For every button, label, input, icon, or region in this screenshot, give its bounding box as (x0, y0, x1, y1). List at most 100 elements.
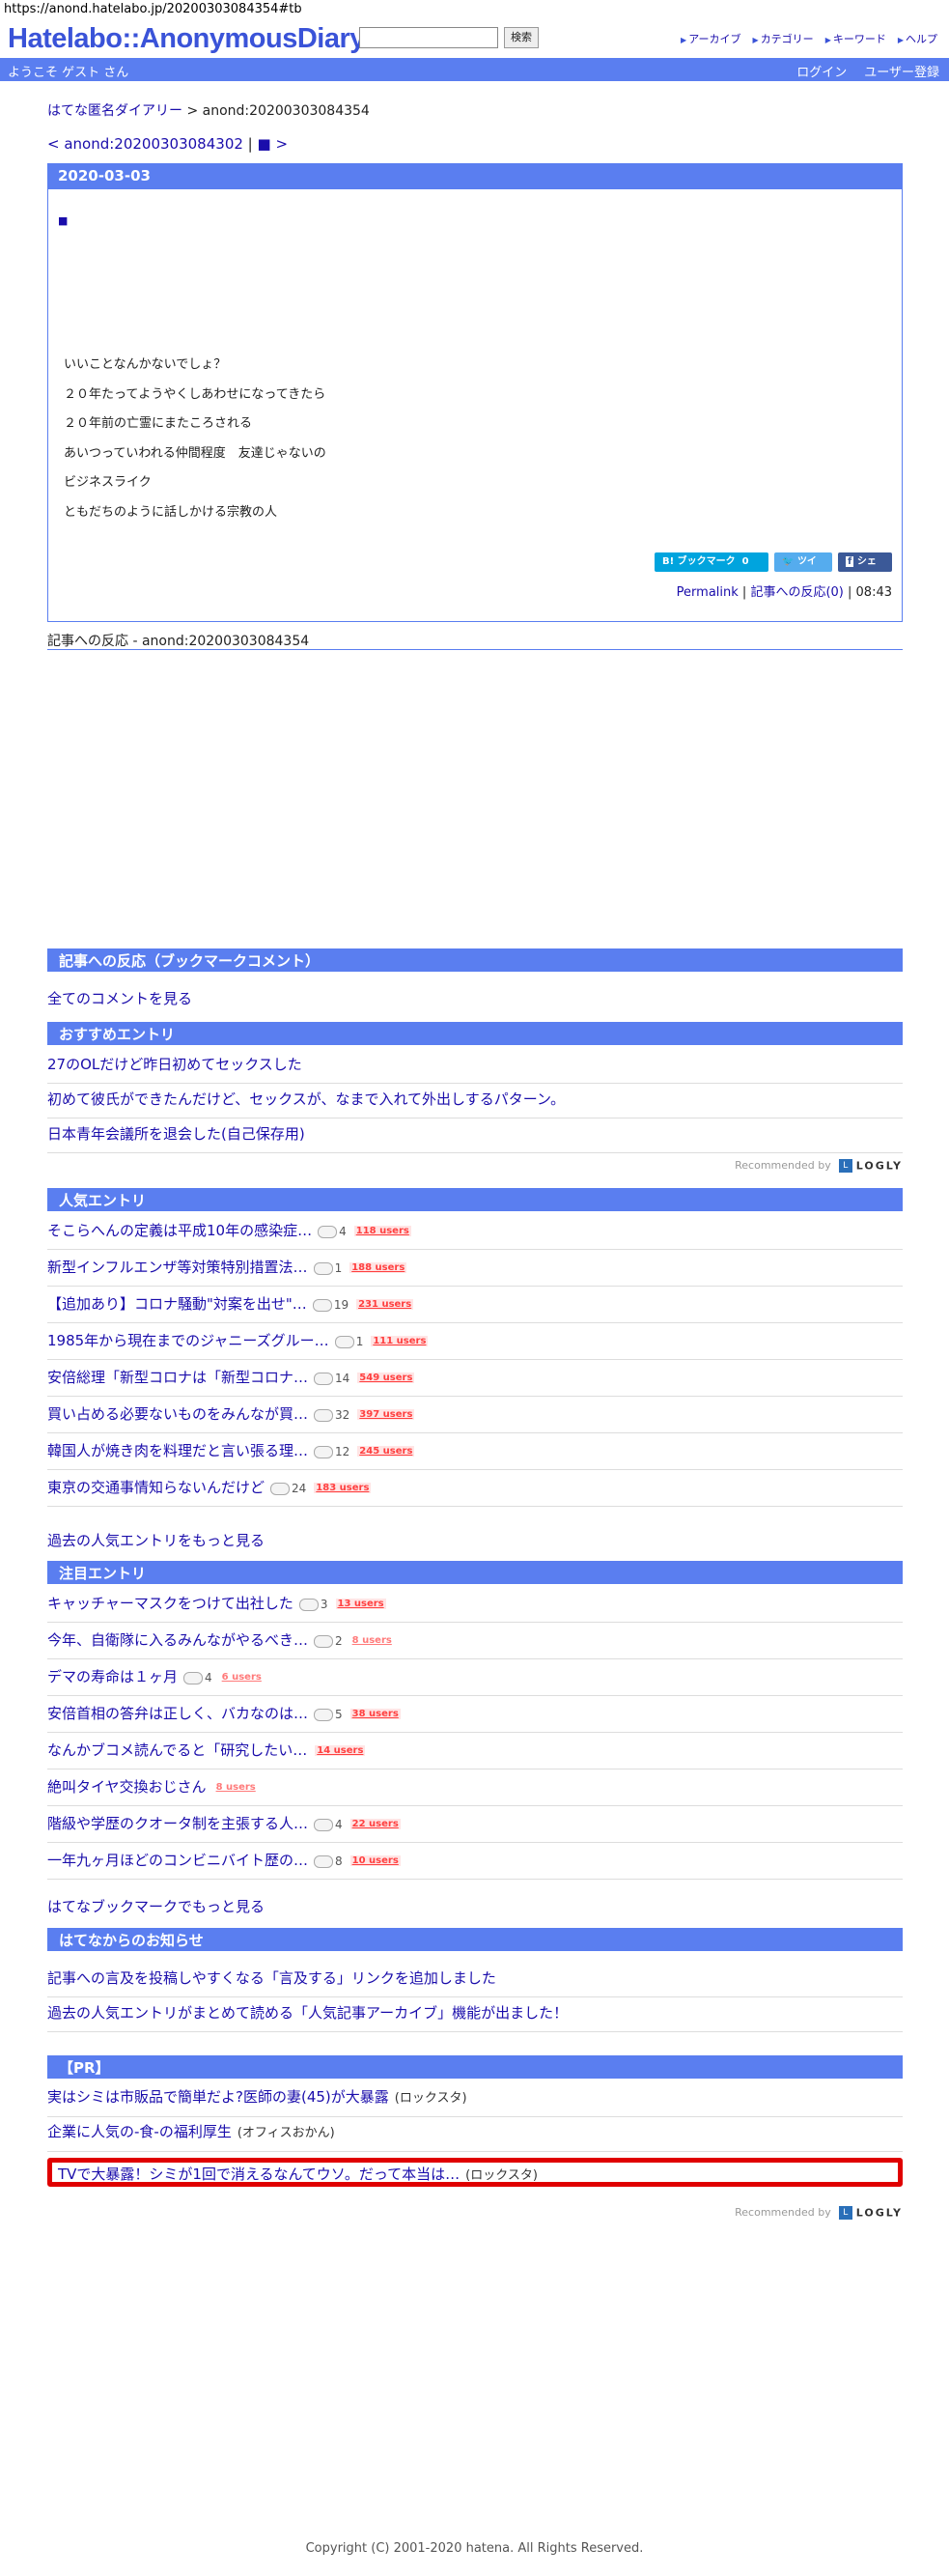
popular-more-link[interactable]: 過去の人気エントリをもっと見る (47, 1530, 265, 1550)
bookmark-users-badge[interactable]: 397 users (357, 1409, 415, 1420)
entry-link[interactable]: 【追加あり】コロナ騒動"対案を出せ"… (47, 1295, 307, 1313)
search-input[interactable] (359, 27, 498, 48)
permalink-link[interactable]: Permalink (677, 585, 739, 600)
comment-count[interactable]: 2 (314, 1634, 343, 1648)
site-header: Hatelabo::AnonymousDiary 検索 アーカイブ カテゴリー … (0, 21, 949, 56)
login-link[interactable]: ログイン (796, 62, 847, 80)
comment-count[interactable]: 1 (313, 1260, 343, 1275)
bookmark-users-badge[interactable]: 188 users (349, 1262, 407, 1273)
entry-link[interactable]: 安倍総理「新型コロナは「新型コロナ… (47, 1369, 308, 1386)
entry-link[interactable]: 新型インフルエンザ等対策特別措置法… (47, 1259, 308, 1276)
recommended-entry-link[interactable]: 初めて彼氏ができたんだけど、セックスが、なまで入れて外出しするパターン。 (47, 1090, 565, 1108)
all-comments-link[interactable]: 全てのコメントを見る (47, 988, 192, 1008)
entry-link[interactable]: 韓国人が焼き肉を料理だと言い張る理… (47, 1442, 308, 1459)
next-entry-link[interactable]: ■ > (258, 135, 289, 153)
comment-count[interactable]: 32 (314, 1408, 349, 1422)
tweet-button[interactable]: 🐦 ツイート (774, 552, 832, 586)
bookmark-users-badge[interactable]: 38 users (349, 1709, 401, 1719)
entry-link[interactable]: 絶叫タイヤ交換おじさん (47, 1778, 207, 1796)
breadcrumb-home-link[interactable]: はてな匿名ダイアリー (47, 103, 182, 119)
entry-link[interactable]: 1985年から現在までのジャニーズグルー… (47, 1332, 329, 1349)
entry-link[interactable]: 階級や学歴のクオータ制を主張する人… (47, 1815, 308, 1832)
comment-number: 1 (334, 1260, 343, 1275)
reaction-title: 記事への反応 - anond:20200303084354 (47, 631, 903, 650)
help-link[interactable]: ヘルプ (898, 31, 937, 46)
comment-count[interactable]: 19 (312, 1298, 349, 1312)
pr-link[interactable]: 企業に人気の-食-の福利厚生 (47, 2123, 232, 2140)
bookmark-users-badge[interactable]: 13 users (335, 1599, 386, 1609)
bookmark-users-badge[interactable]: 549 users (357, 1373, 415, 1383)
bookmark-users-badge[interactable]: 8 users (349, 1635, 394, 1646)
breadcrumb-separator: > (182, 103, 203, 119)
pr-link[interactable]: TVで大暴露！シミが1回で消えるなんてウソ。だって本当は… (58, 2166, 460, 2183)
category-link[interactable]: カテゴリー (753, 31, 814, 46)
bookmark-users-badge[interactable]: 22 users (349, 1819, 401, 1829)
list-item: 初めて彼氏ができたんだけど、セックスが、なまで入れて外出しするパターン。 (47, 1082, 903, 1118)
notice-link[interactable]: 過去の人気エントリがまとめて読める「人気記事アーカイブ」機能が出ました！ (47, 2004, 568, 2022)
attention-more-link[interactable]: はてなブックマークでもっと見る (47, 1896, 265, 1916)
entry-footer: Permalink | 記事への反応(0) | 08:43 (676, 585, 892, 600)
comment-count[interactable]: 1 (334, 1335, 363, 1348)
entry-link[interactable]: 安倍首相の答弁は正しく、バカなのは… (47, 1705, 308, 1722)
entry-link[interactable]: 一年九ヶ月ほどのコンビニバイト歴の… (47, 1852, 308, 1869)
comment-count[interactable]: 3 (298, 1598, 328, 1611)
entry-line: ともだちのように話しかける宗教の人 (64, 504, 278, 520)
bookmark-users-badge[interactable]: 231 users (356, 1299, 414, 1310)
facebook-share-button[interactable]: f シェア (838, 552, 892, 586)
recommended-entry-link[interactable]: 27のOLだけど昨日初めてセックスした (47, 1056, 302, 1073)
entry-link[interactable]: キャッチャーマスクをつけて出社した (47, 1595, 293, 1612)
bookmark-users-badge[interactable]: 8 users (213, 1782, 258, 1793)
entry-link[interactable]: 買い占める必要ないものをみんなが買… (47, 1405, 308, 1423)
bookmark-users-badge[interactable]: 14 users (315, 1745, 366, 1756)
bookmark-users-badge[interactable]: 6 users (219, 1672, 264, 1683)
archive-link[interactable]: アーカイブ (681, 31, 740, 46)
site-logo[interactable]: Hatelabo::AnonymousDiary (8, 23, 365, 55)
bookmark-users-badge[interactable]: 10 users (349, 1855, 401, 1866)
pr-link[interactable]: 実はシミは市販品で簡単だよ?医師の妻(45)が大暴露 (47, 2088, 389, 2106)
entry-line: ２０年前の亡霊にまたころされる (64, 416, 253, 431)
list-item: 買い占める必要ないものをみんなが買… 32 397 users (47, 1397, 903, 1433)
comment-count[interactable]: 4 (318, 1225, 347, 1238)
search-button[interactable]: 検索 (504, 27, 539, 48)
list-item: 【追加あり】コロナ騒動"対案を出せ"… 19 231 users (47, 1287, 903, 1323)
prev-entry-link[interactable]: < anond:20200303084302 (47, 135, 243, 153)
pr-source-link[interactable]: ロックスタ (470, 2168, 533, 2183)
pr-source-link[interactable]: オフィスおかん (242, 2126, 330, 2140)
recommended-entry-link[interactable]: 日本青年会議所を退会した(自己保存用) (47, 1125, 305, 1143)
comment-count[interactable]: 5 (314, 1708, 343, 1721)
list-item: 日本青年会議所を退会した(自己保存用) (47, 1117, 903, 1153)
comment-number: 4 (205, 1670, 212, 1684)
bookmark-users-badge[interactable]: 111 users (371, 1336, 429, 1346)
pr-item: 企業に人気の-食-の福利厚生 (オフィスおかん) (47, 2115, 903, 2152)
hatena-bookmark-button[interactable]: B! ブックマーク 0 (655, 552, 768, 572)
comment-count[interactable]: 8 (314, 1854, 343, 1868)
bookmark-users-badge[interactable]: 183 users (314, 1483, 372, 1493)
entry-line: いいことなんかないでしょ？ (64, 357, 227, 372)
comment-count[interactable]: 24 (270, 1482, 306, 1495)
register-link[interactable]: ユーザー登録 (864, 62, 939, 80)
logly-credit[interactable]: Recommended by L LOGLY (735, 1159, 903, 1173)
entry-link[interactable]: 東京の交通事情知らないんだけど (47, 1479, 265, 1496)
comment-count[interactable]: 4 (183, 1671, 212, 1684)
comment-count[interactable]: 14 (314, 1372, 349, 1385)
comment-count[interactable]: 12 (314, 1445, 349, 1458)
entry-link[interactable]: なんかブコメ読んでると「研究したい… (47, 1741, 307, 1759)
notice-link[interactable]: 記事への言及を投稿しやすくなる「言及する」リンクを追加しました (47, 1969, 496, 1987)
logly-credit[interactable]: Recommended by L LOGLY (735, 2206, 903, 2220)
list-item: 27のOLだけど昨日初めてセックスした (47, 1047, 903, 1084)
recommended-by-text: Recommended by (735, 1159, 831, 1172)
address-text: https://anond.hatelabo.jp/20200303084354… (4, 2, 302, 16)
bookmark-users-badge[interactable]: 118 users (353, 1226, 411, 1236)
comment-number: 14 (335, 1371, 350, 1385)
entry-link[interactable]: 今年、自衛隊に入るみんながやるべき… (47, 1631, 308, 1649)
reactions-link[interactable]: 記事への反応(0) (750, 585, 843, 600)
entry-link[interactable]: そこらへんの定義は平成10年の感染症… (47, 1222, 312, 1239)
keyword-link[interactable]: キーワード (825, 31, 886, 46)
comment-number: 4 (335, 1817, 343, 1831)
entry-mark-link[interactable]: ■ (58, 214, 68, 227)
pr-source-link[interactable]: ロックスタ (400, 2091, 462, 2106)
entry-link[interactable]: デマの寿命は１ヶ月 (47, 1668, 178, 1685)
share-buttons: B! ブックマーク 0 🐦 ツイート f シェア (655, 552, 892, 586)
comment-count[interactable]: 4 (314, 1818, 343, 1831)
bookmark-users-badge[interactable]: 245 users (357, 1446, 415, 1457)
